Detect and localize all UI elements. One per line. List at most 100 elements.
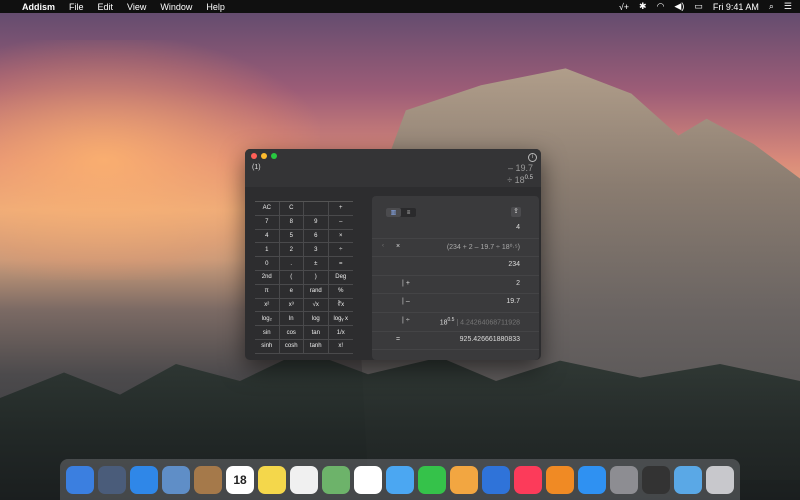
text-view-icon[interactable]: ≡ — [401, 208, 416, 217]
pages-icon[interactable] — [450, 465, 478, 494]
key-button[interactable]: . — [279, 257, 304, 271]
key-button[interactable]: 5 — [279, 229, 304, 244]
music-icon[interactable] — [514, 465, 542, 494]
key-button[interactable]: 2nd — [255, 270, 280, 285]
addism-status-icon[interactable]: √+ — [619, 2, 629, 12]
launchpad-icon[interactable] — [98, 465, 126, 494]
key-button[interactable]: 3 — [304, 243, 329, 258]
key-button[interactable]: 9 — [304, 215, 329, 230]
key-button[interactable]: ∛x — [328, 299, 353, 313]
zoom-button[interactable] — [271, 153, 277, 159]
tape-row[interactable]: ‹ × (234 + 2 – 19.7 ÷ 18⁰·⁵) — [372, 239, 539, 258]
key-button[interactable]: ± — [304, 257, 329, 271]
settings-icon[interactable] — [610, 465, 638, 494]
tape-row[interactable]: | ÷ 180.5 | 4.24264068711928 — [372, 313, 539, 332]
notification-center-icon[interactable]: ☰ — [784, 1, 792, 12]
facetime-icon[interactable] — [418, 465, 446, 494]
dock: 18 — [60, 459, 740, 500]
key-button[interactable]: 2 — [279, 243, 304, 258]
books-icon[interactable] — [546, 465, 574, 494]
contacts-icon[interactable] — [194, 465, 222, 494]
menu-app-name[interactable]: Addism — [22, 2, 55, 12]
key-button[interactable]: cos — [279, 326, 304, 340]
key-button[interactable]: ( — [279, 270, 304, 285]
key-button[interactable]: log — [304, 312, 329, 327]
close-button[interactable] — [251, 153, 257, 159]
key-button[interactable]: x² — [255, 298, 280, 313]
trash-icon[interactable] — [706, 465, 734, 494]
key-button[interactable]: π — [255, 284, 280, 299]
info-icon[interactable]: i — [528, 153, 537, 162]
maps-icon[interactable] — [322, 465, 350, 494]
key-button[interactable]: rand — [304, 284, 329, 299]
key-button[interactable]: 1/x — [328, 326, 353, 340]
key-button[interactable]: 4 — [255, 229, 280, 244]
key-button[interactable]: AC — [255, 202, 280, 216]
minimize-button[interactable] — [261, 153, 267, 159]
key-button[interactable]: √x — [304, 298, 329, 313]
tape-view-icon[interactable]: ▥ — [386, 208, 401, 217]
key-button[interactable]: logᵧ x — [328, 312, 353, 327]
display-line-2-exp: 0.5 — [524, 175, 533, 181]
menu-edit[interactable]: Edit — [98, 2, 114, 12]
appstore-icon[interactable] — [578, 465, 606, 494]
tape-row[interactable]: | + 2 — [372, 276, 539, 295]
key-button[interactable]: 8 — [279, 215, 304, 230]
calendar-icon[interactable]: 18 — [226, 465, 254, 494]
chevron-left-icon[interactable]: ‹ — [382, 243, 384, 249]
bluetooth-icon[interactable]: ✱ — [639, 1, 647, 12]
key-button[interactable]: % — [328, 285, 353, 299]
tape-value: 2 — [516, 279, 520, 287]
tape-expression: (234 + 2 – 19.7 ÷ 18⁰·⁵) — [446, 243, 520, 251]
key-button[interactable]: tanh — [304, 339, 329, 354]
key-button[interactable]: log₂ — [255, 312, 280, 327]
tape-view-toggle[interactable]: ▥ ≡ — [386, 208, 416, 217]
finder-icon[interactable] — [66, 465, 94, 494]
tape-row[interactable]: 4 — [372, 220, 539, 239]
menu-help[interactable]: Help — [206, 2, 225, 12]
photos-icon[interactable] — [354, 465, 382, 494]
menu-view[interactable]: View — [127, 2, 146, 12]
key-button[interactable]: 0 — [255, 257, 280, 271]
key-button[interactable]: e — [279, 284, 304, 299]
menu-window[interactable]: Window — [160, 2, 192, 12]
key-button[interactable] — [304, 202, 329, 216]
key-button[interactable]: ln — [279, 312, 304, 327]
volume-icon[interactable]: ◀) — [674, 1, 684, 12]
key-button[interactable]: 7 — [255, 215, 280, 230]
messages-icon[interactable] — [386, 465, 414, 494]
share-icon[interactable]: ⇪ — [511, 207, 521, 217]
key-button[interactable]: C — [279, 202, 304, 216]
key-button[interactable]: × — [328, 230, 353, 244]
clock[interactable]: Fri 9:41 AM — [713, 2, 759, 12]
key-button[interactable]: ÷ — [328, 243, 353, 258]
keypad: AC C +7 8 9– 4 5 6 × 1 2 3 ÷ 0. ± = 2nd() Deg π e rand% x² x³ √… — [255, 201, 353, 354]
key-button[interactable]: x! — [328, 340, 353, 354]
keynote-icon[interactable] — [482, 465, 510, 494]
battery-icon[interactable]: ▭ — [694, 1, 703, 12]
tape-row[interactable]: 234 — [372, 257, 539, 276]
key-button[interactable]: ) — [304, 270, 329, 285]
notes-icon[interactable] — [258, 465, 286, 494]
key-button[interactable]: cosh — [279, 339, 304, 354]
key-button[interactable]: sin — [255, 326, 280, 340]
key-button[interactable]: = — [328, 257, 353, 271]
reminders-icon[interactable] — [290, 465, 318, 494]
tape-row[interactable]: = 925.426661880833 — [372, 332, 539, 351]
key-button[interactable]: – — [328, 216, 353, 230]
tape-row[interactable]: | – 19.7 — [372, 294, 539, 313]
key-button[interactable]: + — [328, 202, 353, 216]
wifi-icon[interactable]: ◠ — [657, 1, 665, 12]
safari-icon[interactable] — [130, 465, 158, 494]
key-button[interactable]: x³ — [279, 298, 304, 313]
search-icon[interactable]: ⌕ — [769, 1, 774, 12]
key-button[interactable]: 6 — [304, 229, 329, 244]
key-button[interactable]: sinh — [255, 339, 280, 354]
key-button[interactable]: Deg — [328, 271, 353, 285]
preview-icon[interactable] — [162, 465, 190, 494]
menu-file[interactable]: File — [69, 2, 84, 12]
key-button[interactable]: tan — [304, 326, 329, 340]
folder-icon[interactable] — [674, 465, 702, 494]
key-button[interactable]: 1 — [255, 243, 280, 258]
addism-icon[interactable] — [642, 465, 670, 494]
